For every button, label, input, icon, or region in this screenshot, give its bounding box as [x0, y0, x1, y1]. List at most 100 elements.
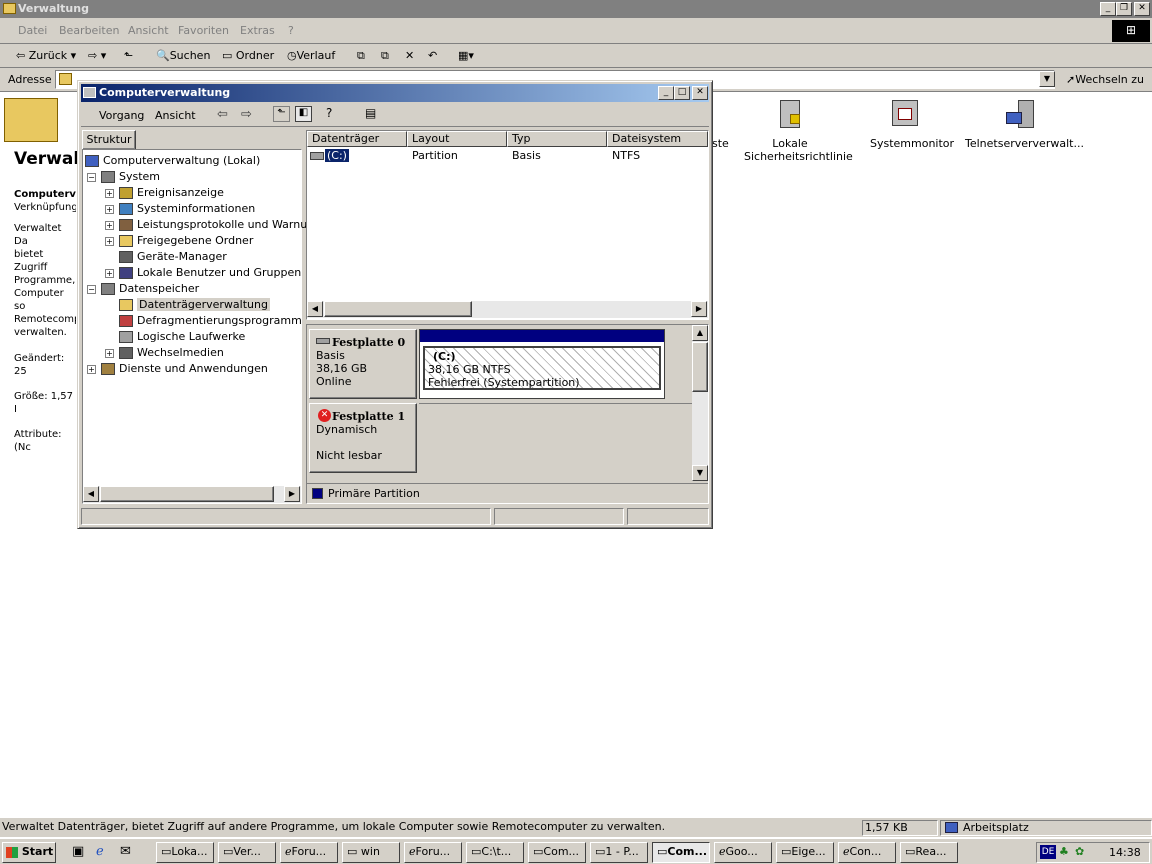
properties-icon[interactable]: ▤ [365, 106, 376, 120]
tree-item[interactable]: Logische Laufwerke [137, 330, 245, 343]
views-icon[interactable]: ▦▾ [458, 49, 474, 62]
menu-help[interactable]: ? [288, 24, 294, 37]
tree-item[interactable]: System [119, 170, 160, 183]
move-to-icon[interactable]: ⧉ [357, 49, 365, 63]
tree-item[interactable]: Ereignisanzeige [137, 186, 224, 199]
scroll-right-icon[interactable]: ▶ [284, 486, 300, 502]
menu-datei[interactable]: Datei [18, 24, 47, 37]
copy-to-icon[interactable]: ⧉ [381, 49, 389, 63]
collapse-icon[interactable]: − [87, 173, 96, 182]
tree-item[interactable]: Dienste und Anwendungen [119, 362, 268, 375]
menu-favoriten[interactable]: Favoriten [178, 24, 229, 37]
security-policy-label[interactable]: Lokale Sicherheitsrichtlinie [744, 137, 853, 163]
taskbar-task[interactable]: ▭Rea... [900, 842, 958, 863]
taskbar-task[interactable]: ▭Loka... [156, 842, 214, 863]
column-header[interactable]: Datenträger [307, 131, 407, 147]
expand-icon[interactable]: + [105, 269, 114, 278]
show-tree-icon[interactable]: ◧ [295, 106, 312, 122]
taskbar-task[interactable]: ▭1 - P... [590, 842, 648, 863]
address-dropdown-icon[interactable]: ▼ [1039, 71, 1055, 87]
scroll-left-icon[interactable]: ◀ [307, 301, 323, 317]
expand-icon[interactable]: + [105, 349, 114, 358]
forward-icon[interactable]: ⇨ [241, 107, 252, 122]
outlook-icon[interactable]: ✉ [120, 844, 131, 859]
system-monitor-label[interactable]: Systemmonitor [870, 137, 954, 150]
telnet-server-icon[interactable] [1004, 100, 1036, 132]
taskbar-task[interactable]: ▭Com... [528, 842, 586, 863]
taskbar-task[interactable]: ℯGoo... [714, 842, 772, 863]
scroll-thumb[interactable] [100, 486, 274, 502]
search-button[interactable]: 🔍Suchen [156, 49, 210, 62]
scroll-right-icon[interactable]: ▶ [691, 301, 707, 317]
tree-item[interactable]: Leistungsprotokolle und Warnung [137, 218, 321, 231]
forward-button[interactable]: ⇨ ▾ [88, 49, 106, 62]
help-icon[interactable]: ? [326, 106, 332, 120]
system-monitor-icon[interactable] [890, 100, 920, 132]
security-policy-icon[interactable] [776, 100, 804, 132]
column-header[interactable]: Dateisystem [607, 131, 708, 147]
taskbar-task[interactable]: ℯCon... [838, 842, 896, 863]
folders-button[interactable]: ▭ Ordner [222, 49, 274, 62]
menu-ansicht[interactable]: Ansicht [155, 109, 196, 122]
list-hscrollbar[interactable]: ◀ ▶ [307, 301, 708, 318]
back-icon[interactable]: ⇦ [217, 107, 228, 122]
collapse-icon[interactable]: − [87, 285, 96, 294]
up-level-icon[interactable]: ⬑ [273, 106, 290, 122]
minimize-icon[interactable]: _ [1100, 2, 1116, 16]
tree-hscrollbar[interactable]: ◀ ▶ [83, 486, 301, 503]
history-button[interactable]: ◷Verlauf [287, 49, 335, 62]
internet-explorer-icon[interactable]: ℯ [96, 844, 104, 859]
tree-item[interactable]: Datenspeicher [119, 282, 199, 295]
menu-bearbeiten[interactable]: Bearbeiten [59, 24, 119, 37]
expand-icon[interactable]: + [105, 221, 114, 230]
disk-0-info[interactable]: Festplatte 0 Basis 38,16 GB Online [309, 329, 417, 399]
minimize-icon[interactable]: _ [658, 86, 674, 100]
start-button[interactable]: Start [2, 842, 56, 863]
expand-icon[interactable]: + [105, 189, 114, 198]
clock[interactable]: 14:38 [1109, 846, 1141, 859]
column-header[interactable]: Layout [407, 131, 507, 147]
tray-icon[interactable]: ✿ [1075, 845, 1084, 858]
tree-item[interactable]: Datenträgerverwaltung [137, 298, 270, 311]
back-button[interactable]: ⇦ Zurück ▾ [16, 49, 76, 62]
expand-icon[interactable]: + [105, 205, 114, 214]
disk-vscrollbar[interactable]: ▲ ▼ [692, 325, 708, 481]
tree-item[interactable]: Computerverwaltung (Lokal) [103, 154, 260, 167]
column-header[interactable]: Typ [507, 131, 607, 147]
disk-1-info[interactable]: ✕ Festplatte 1 Dynamisch Nicht lesbar [309, 403, 417, 473]
taskbar-task-active[interactable]: ▭Com... [652, 842, 710, 863]
taskbar-task[interactable]: ▭ win [342, 842, 400, 863]
menu-extras[interactable]: Extras [240, 24, 275, 37]
tray-icon[interactable]: ♣ [1059, 845, 1069, 858]
show-desktop-icon[interactable]: ▣ [72, 844, 84, 859]
restore-icon[interactable]: ❐ [1116, 2, 1132, 16]
scroll-left-icon[interactable]: ◀ [83, 486, 99, 502]
shortcut-partial[interactable]: ste [712, 137, 729, 150]
taskbar-task[interactable]: ℯForu... [404, 842, 462, 863]
tree-item[interactable]: Lokale Benutzer und Gruppen [137, 266, 301, 279]
taskbar-task[interactable]: ▭Eige... [776, 842, 834, 863]
expand-icon[interactable]: + [87, 365, 96, 374]
taskbar-task[interactable]: ℯForu... [280, 842, 338, 863]
menu-vorgang[interactable]: Vorgang [99, 109, 144, 122]
tab-struktur[interactable]: Struktur [82, 130, 136, 149]
telnet-server-label[interactable]: Telnetserververwalt... [965, 137, 1084, 150]
scroll-down-icon[interactable]: ▼ [692, 465, 708, 481]
expand-icon[interactable]: + [105, 237, 114, 246]
tree-item[interactable]: Geräte-Manager [137, 250, 227, 263]
tree-item[interactable]: Wechselmedien [137, 346, 224, 359]
language-indicator[interactable]: DE [1040, 845, 1056, 859]
taskbar-task[interactable]: ▭C:\t... [466, 842, 524, 863]
close-icon[interactable]: ✕ [692, 86, 708, 100]
tree-item[interactable]: Freigegebene Ordner [137, 234, 253, 247]
scroll-thumb[interactable] [324, 301, 472, 317]
menu-ansicht[interactable]: Ansicht [128, 24, 169, 37]
undo-icon[interactable]: ↶ [428, 49, 437, 62]
up-folder-icon[interactable]: ⬑ [124, 49, 133, 62]
explorer-titlebar[interactable]: Verwaltung [0, 0, 1152, 18]
scroll-up-icon[interactable]: ▲ [692, 325, 708, 341]
maximize-icon[interactable]: □ [674, 86, 690, 100]
delete-icon[interactable]: ✕ [405, 49, 414, 62]
table-row[interactable]: (C:) Partition Basis NTFS [307, 148, 707, 164]
scroll-thumb[interactable] [692, 342, 708, 392]
